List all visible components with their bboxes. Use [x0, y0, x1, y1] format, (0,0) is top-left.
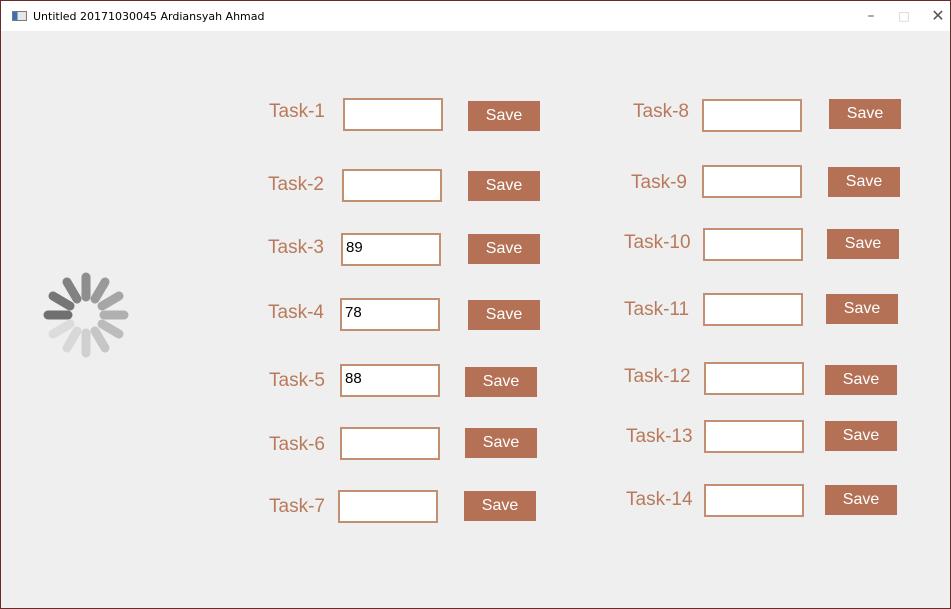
- task-4-label: Task-4: [268, 302, 324, 323]
- window-title: Untitled 20171030045 Ardiansyah Ahmad: [33, 10, 265, 23]
- close-button[interactable]: ✕: [918, 5, 951, 27]
- task-4-input[interactable]: 78: [340, 298, 440, 331]
- task-4-save-button[interactable]: Save: [468, 300, 540, 330]
- task-14-label: Task-14: [626, 489, 693, 510]
- task-13-save-button[interactable]: Save: [825, 421, 897, 451]
- task-1-input[interactable]: [343, 98, 443, 131]
- app-icon: [12, 11, 27, 21]
- task-11-save-button[interactable]: Save: [826, 294, 898, 324]
- task-6-input[interactable]: [340, 427, 440, 460]
- task-7-save-button[interactable]: Save: [464, 491, 536, 521]
- task-12-save-button[interactable]: Save: [825, 365, 897, 395]
- task-12-input[interactable]: [704, 362, 804, 395]
- task-9-label: Task-9: [631, 172, 687, 193]
- task-6-save-button[interactable]: Save: [465, 428, 537, 458]
- task-2-input[interactable]: [342, 169, 442, 202]
- task-5-save-button[interactable]: Save: [465, 367, 537, 397]
- task-2-save-button[interactable]: Save: [468, 171, 540, 201]
- task-8-label: Task-8: [633, 101, 689, 122]
- task-13-label: Task-13: [626, 426, 693, 447]
- task-10-label: Task-10: [624, 232, 691, 253]
- task-6-label: Task-6: [269, 434, 325, 455]
- task-11-input[interactable]: [703, 293, 803, 326]
- task-14-save-button[interactable]: Save: [825, 485, 897, 515]
- task-3-save-button[interactable]: Save: [468, 234, 540, 264]
- task-12-label: Task-12: [624, 366, 691, 387]
- task-11-label: Task-11: [624, 299, 690, 320]
- title-bar: Untitled 20171030045 Ardiansyah Ahmad – …: [1, 0, 950, 31]
- task-10-save-button[interactable]: Save: [827, 229, 899, 259]
- loading-spinner-icon: [43, 272, 129, 358]
- task-7-input[interactable]: [338, 490, 438, 523]
- app-window: Untitled 20171030045 Ardiansyah Ahmad – …: [0, 0, 951, 609]
- task-5-input[interactable]: 88: [340, 364, 440, 397]
- task-2-label: Task-2: [268, 174, 324, 195]
- task-8-input[interactable]: [702, 99, 802, 132]
- task-10-input[interactable]: [703, 228, 803, 261]
- task-14-input[interactable]: [704, 484, 804, 517]
- task-5-label: Task-5: [269, 370, 325, 391]
- task-7-label: Task-7: [269, 496, 325, 517]
- task-1-save-button[interactable]: Save: [468, 101, 540, 131]
- task-13-input[interactable]: [704, 420, 804, 453]
- task-1-label: Task-1: [269, 101, 325, 122]
- task-8-save-button[interactable]: Save: [829, 99, 901, 129]
- task-3-input[interactable]: 89: [341, 233, 441, 266]
- task-9-input[interactable]: [702, 165, 802, 198]
- task-3-label: Task-3: [268, 237, 324, 258]
- task-9-save-button[interactable]: Save: [828, 167, 900, 197]
